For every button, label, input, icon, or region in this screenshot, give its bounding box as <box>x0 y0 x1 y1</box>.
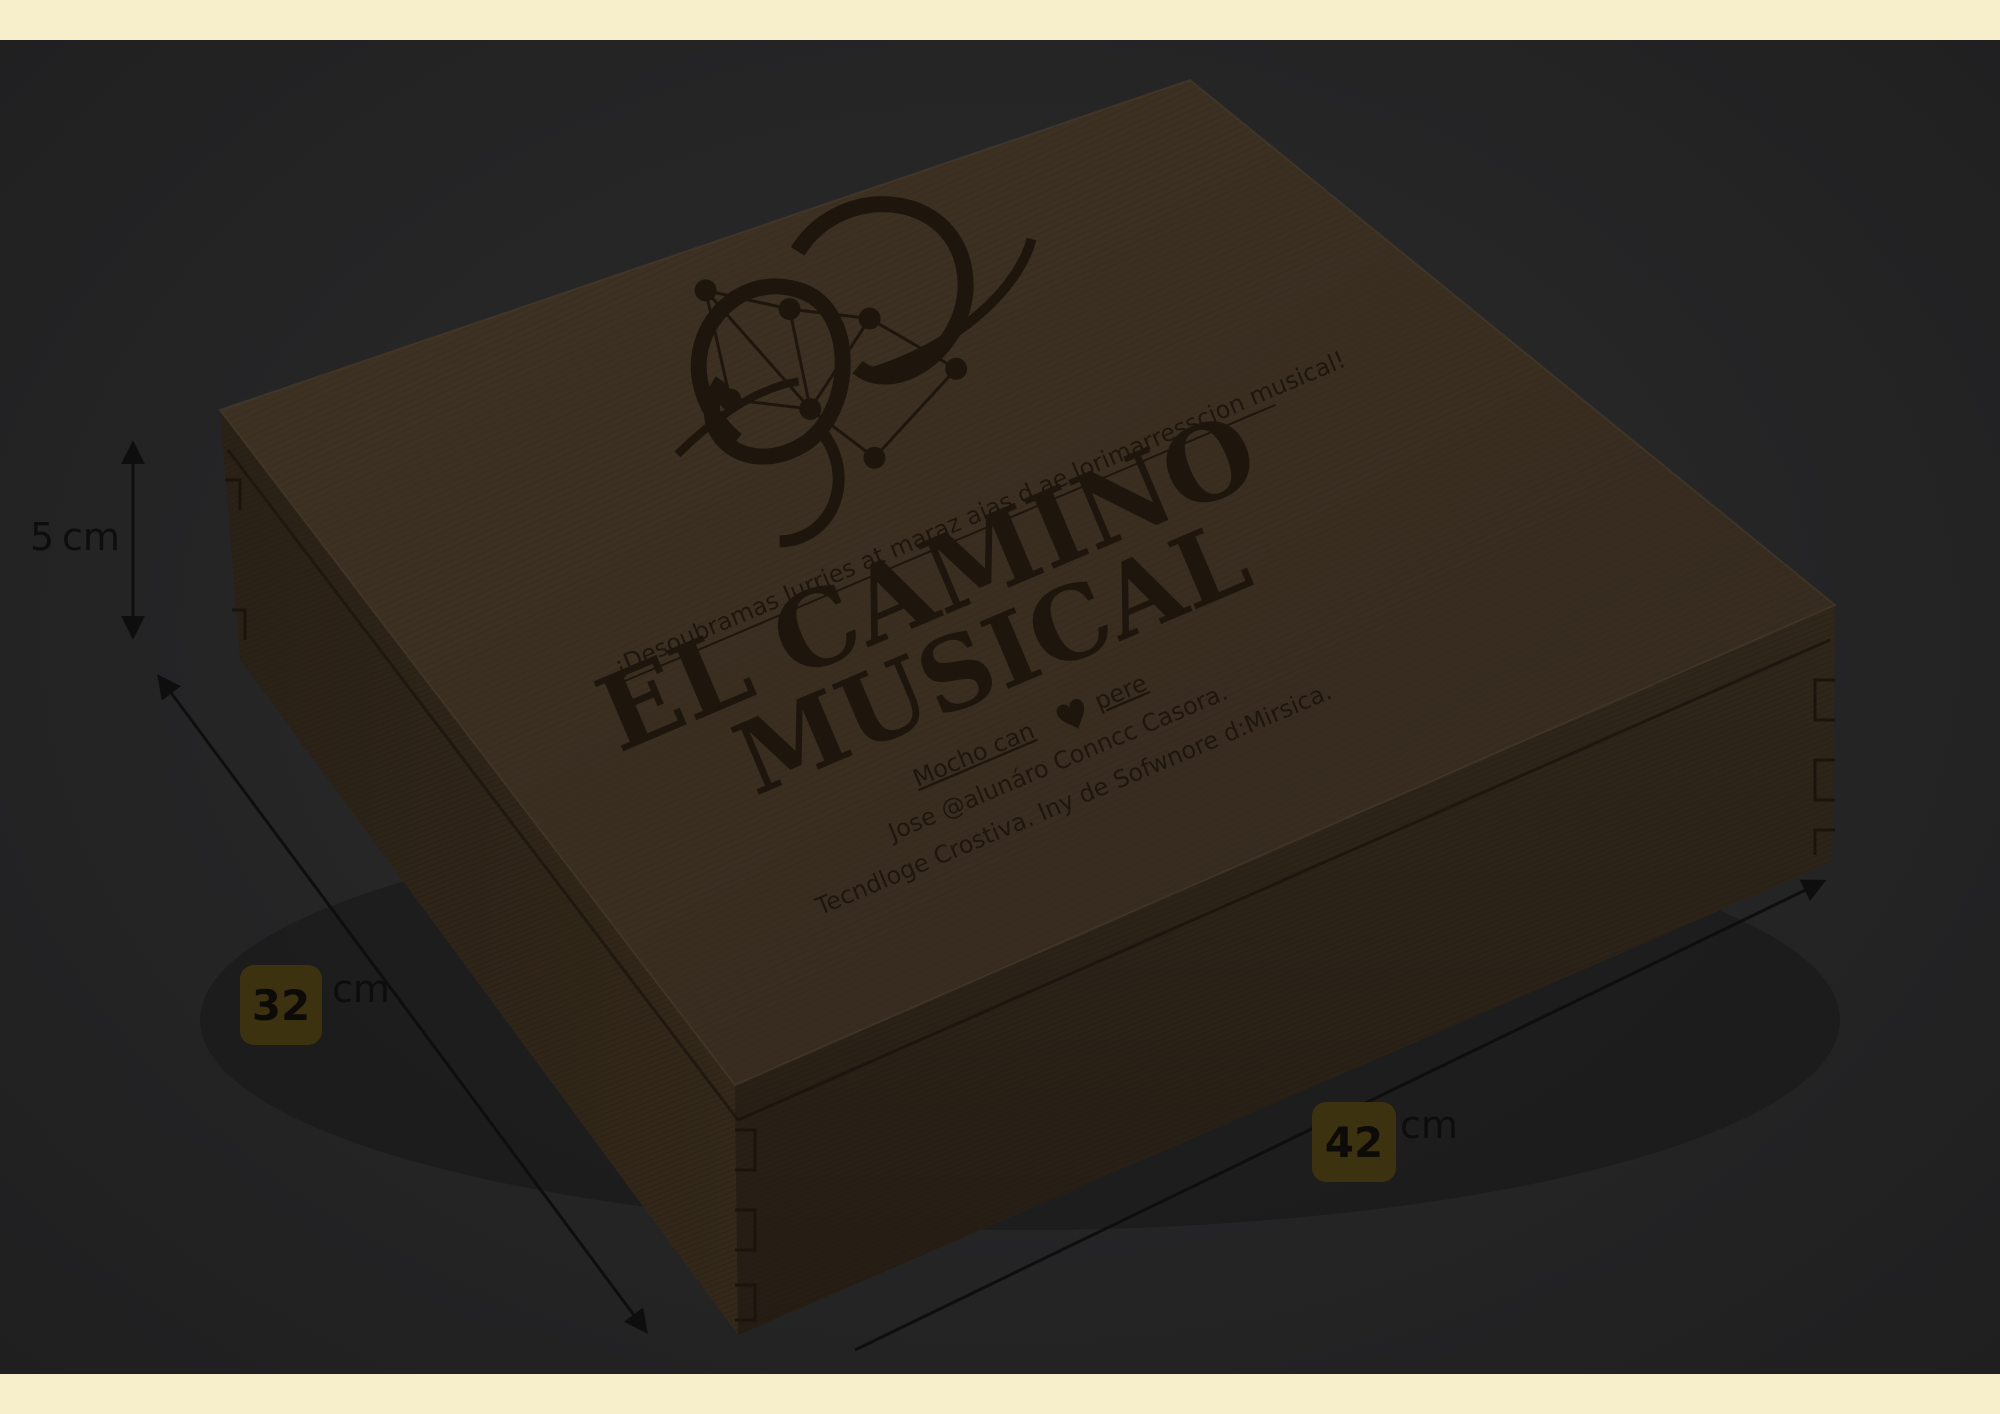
height-unit: cm <box>62 515 120 559</box>
width-unit: cm <box>1400 1103 1458 1147</box>
height-value: 5 <box>30 515 54 559</box>
depth-unit: cm <box>332 967 390 1011</box>
box-render: ¡Desoubramas Jurries at maraz aias d ae … <box>30 78 1840 1352</box>
depth-value: 32 <box>252 981 310 1030</box>
bottom-band <box>0 1374 2000 1414</box>
height-dimension: 5 cm <box>30 440 145 640</box>
width-value: 42 <box>1325 1118 1383 1167</box>
top-band <box>0 0 2000 40</box>
product-stage: ¡Desoubramas Jurries at maraz aias d ae … <box>0 40 2000 1374</box>
